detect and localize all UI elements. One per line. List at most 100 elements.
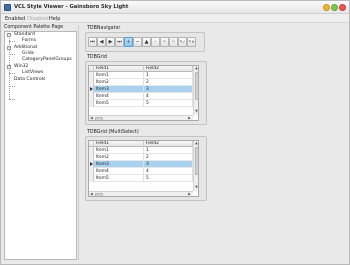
tree-item-data-controls[interactable]: Data Controls bbox=[14, 77, 45, 83]
apply-updates-button[interactable]: ↰✓ bbox=[178, 37, 187, 47]
post-edit-icon: ✓ bbox=[153, 39, 158, 45]
table-row-selected[interactable]: Item3 3 bbox=[94, 161, 193, 168]
grid-cell[interactable]: Item1 bbox=[94, 72, 144, 79]
table-row[interactable]: Item2 2 bbox=[94, 79, 193, 86]
grid-cell[interactable]: Item5 bbox=[94, 100, 144, 107]
tree-item-categorypanelgroups[interactable]: CategoryPanelGroups bbox=[22, 57, 72, 63]
current-row-arrow-icon bbox=[90, 87, 93, 91]
scroll-right-icon[interactable]: ▶ bbox=[187, 116, 192, 120]
app-window: VCL Style Viewer - Gainsboro Sky Light E… bbox=[0, 0, 350, 265]
component-palette-header: Component Palette Page bbox=[4, 25, 64, 30]
table-row[interactable]: Item5 5 bbox=[94, 175, 193, 182]
db-navigator: ⏮ ◀ ▶ ⏭ + − ▲ ✓ ✕ ↻ ↰✓ ↰✕ bbox=[88, 37, 203, 49]
grid-cell[interactable]: 3 bbox=[144, 86, 193, 93]
prior-record-icon: ◀ bbox=[99, 39, 104, 45]
grid-cell[interactable]: Item3 bbox=[94, 86, 144, 93]
edit-record-icon: ▲ bbox=[144, 39, 149, 45]
grid-cell[interactable]: Item2 bbox=[94, 154, 144, 161]
tree-guide-line bbox=[9, 54, 15, 55]
edit-record-button[interactable]: ▲ bbox=[142, 37, 151, 47]
menu-disabled[interactable]: Disabled bbox=[27, 16, 49, 22]
refresh-data-button[interactable]: ↻ bbox=[169, 37, 178, 47]
app-icon bbox=[4, 4, 11, 11]
delete-record-icon: − bbox=[135, 39, 140, 45]
grid-cell[interactable]: 5 bbox=[144, 175, 193, 182]
collapse-toggle-icon[interactable]: − bbox=[7, 65, 11, 69]
grid1-group-label: TDBGrid bbox=[87, 55, 107, 60]
cancel-updates-button[interactable]: ↰✕ bbox=[187, 37, 196, 47]
grid-cell[interactable]: 4 bbox=[144, 168, 193, 175]
grid2-vscroll-thumb[interactable] bbox=[195, 147, 198, 175]
panel-splitter[interactable] bbox=[78, 25, 79, 261]
collapse-toggle-icon[interactable]: − bbox=[7, 46, 11, 50]
grid-cell[interactable]: Item4 bbox=[94, 168, 144, 175]
scroll-up-icon[interactable]: ▲ bbox=[194, 66, 198, 71]
grid1-hscroll-thumb[interactable] bbox=[95, 117, 103, 120]
first-record-icon: ⏮ bbox=[90, 39, 95, 45]
grid1-horizontal-scrollbar[interactable]: ◀ ▶ bbox=[89, 115, 193, 120]
tree-guide-line bbox=[9, 41, 15, 42]
cancel-edit-button[interactable]: ✕ bbox=[160, 37, 169, 47]
maximize-button[interactable] bbox=[331, 4, 338, 11]
grid-cell[interactable]: 3 bbox=[144, 161, 193, 168]
grid1-vertical-scrollbar[interactable]: ▲ ▼ bbox=[193, 66, 198, 115]
scroll-down-icon[interactable]: ▼ bbox=[194, 185, 198, 190]
grid-cell[interactable]: Item4 bbox=[94, 93, 144, 100]
component-palette-tree[interactable]: − Standard Forms − Additional Grids Cate… bbox=[4, 31, 77, 260]
grid-cell[interactable]: 2 bbox=[144, 79, 193, 86]
db-grid[interactable]: Field1 Field2 Item1 1 Item2 2 Item3 3 It… bbox=[88, 65, 199, 121]
next-record-button[interactable]: ▶ bbox=[106, 37, 115, 47]
window-title: VCL Style Viewer - Gainsboro Sky Light bbox=[14, 4, 129, 10]
scroll-right-icon[interactable]: ▶ bbox=[187, 192, 192, 196]
close-button[interactable] bbox=[339, 4, 346, 11]
grid-cell[interactable]: Item2 bbox=[94, 79, 144, 86]
cancel-updates-icon: ↰✕ bbox=[188, 39, 195, 44]
last-record-icon: ⏭ bbox=[117, 39, 122, 45]
grid2-horizontal-scrollbar[interactable]: ◀ ▶ bbox=[89, 191, 193, 196]
grid-cell[interactable]: Item1 bbox=[94, 147, 144, 154]
table-row[interactable]: Item4 4 bbox=[94, 168, 193, 175]
prior-record-button[interactable]: ◀ bbox=[97, 37, 106, 47]
menu-help[interactable]: Help bbox=[49, 16, 60, 22]
table-row[interactable]: Item2 2 bbox=[94, 154, 193, 161]
table-row[interactable]: Item4 4 bbox=[94, 93, 193, 100]
next-record-icon: ▶ bbox=[108, 39, 113, 45]
grid1-vscroll-thumb[interactable] bbox=[195, 72, 198, 100]
table-row[interactable]: Item1 1 bbox=[94, 147, 193, 154]
tree-item-forms[interactable]: Forms bbox=[22, 38, 36, 44]
delete-record-button[interactable]: − bbox=[133, 37, 142, 47]
title-bar[interactable]: VCL Style Viewer - Gainsboro Sky Light bbox=[1, 1, 349, 14]
minimize-button[interactable] bbox=[323, 4, 330, 11]
grid-cell[interactable]: 4 bbox=[144, 93, 193, 100]
grid2-hscroll-thumb[interactable] bbox=[95, 193, 103, 196]
grid-cell[interactable]: 2 bbox=[144, 154, 193, 161]
grid2-vertical-scrollbar[interactable]: ▲ ▼ bbox=[193, 141, 198, 191]
apply-updates-icon: ↰✓ bbox=[179, 39, 186, 44]
collapse-toggle-icon[interactable]: − bbox=[7, 33, 11, 37]
scroll-left-icon[interactable]: ◀ bbox=[89, 116, 94, 120]
menu-enabled[interactable]: Enabled bbox=[5, 16, 25, 22]
tree-guide-line bbox=[9, 99, 15, 100]
insert-record-icon: + bbox=[126, 39, 131, 45]
table-row-selected[interactable]: Item3 3 bbox=[94, 86, 193, 93]
table-row[interactable]: Item1 1 bbox=[94, 72, 193, 79]
grid-cell[interactable]: 1 bbox=[144, 147, 193, 154]
table-row[interactable]: Item5 5 bbox=[94, 100, 193, 107]
menu-bar: Enabled Disabled Help bbox=[1, 14, 349, 23]
refresh-data-icon: ↻ bbox=[171, 39, 176, 45]
grid-cell[interactable]: Item5 bbox=[94, 175, 144, 182]
scroll-left-icon[interactable]: ◀ bbox=[89, 192, 94, 196]
first-record-button[interactable]: ⏮ bbox=[88, 37, 97, 47]
grid-cell[interactable]: Item3 bbox=[94, 161, 144, 168]
tree-guide-line bbox=[9, 73, 15, 74]
scroll-down-icon[interactable]: ▼ bbox=[194, 109, 198, 114]
grid-cell[interactable]: 1 bbox=[144, 72, 193, 79]
scroll-up-icon[interactable]: ▲ bbox=[194, 141, 198, 146]
post-edit-button[interactable]: ✓ bbox=[151, 37, 160, 47]
grid-cell[interactable]: 5 bbox=[144, 100, 193, 107]
db-grid-multiselect[interactable]: Field1 Field2 Item1 1 Item2 2 Item3 3 It… bbox=[88, 140, 199, 197]
tree-item-listviews[interactable]: ListViews bbox=[22, 70, 43, 76]
current-row-arrow-icon bbox=[90, 162, 93, 166]
insert-record-button[interactable]: + bbox=[124, 37, 133, 47]
last-record-button[interactable]: ⏭ bbox=[115, 37, 124, 47]
